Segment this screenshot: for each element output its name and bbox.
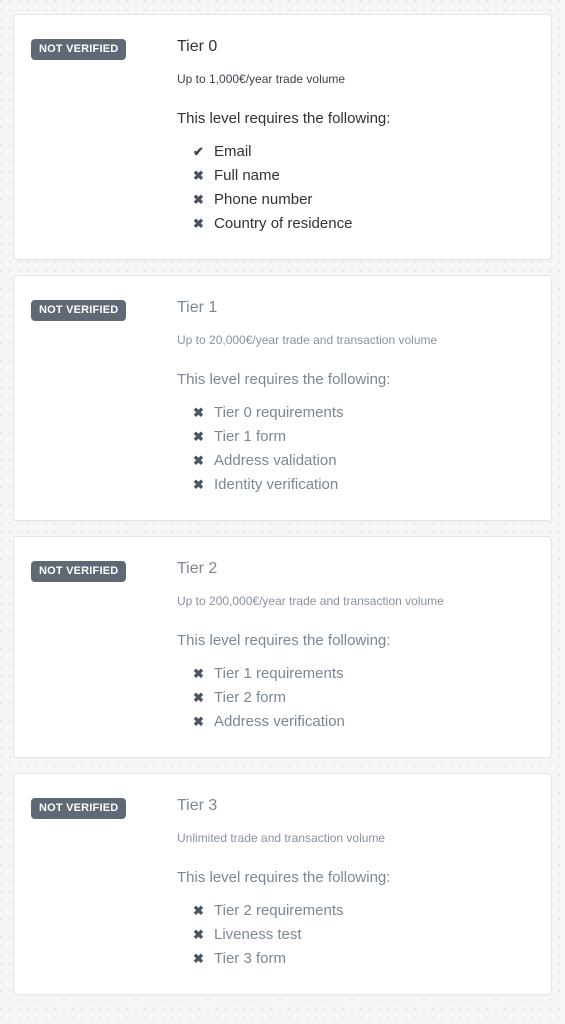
requirements-heading: This level requires the following: xyxy=(177,869,391,886)
requirement-label: Tier 1 form xyxy=(214,428,286,445)
requirement-item: ✖ Address verification xyxy=(193,712,531,731)
tier-volume-limit: Up to 1,000€/year trade volume xyxy=(177,72,346,86)
requirement-label: Liveness test xyxy=(214,926,302,943)
tier-title: Tier 3 xyxy=(177,797,218,814)
tier-status-column: NOT VERIFIED xyxy=(14,537,177,582)
requirements-list: ✖ Tier 1 requirements ✖ Tier 2 form ✖ Address… xyxy=(177,664,531,731)
requirement-label: Email xyxy=(214,143,252,160)
cross-icon: ✖ xyxy=(193,453,204,468)
requirement-item: ✖ Identity verification xyxy=(193,475,531,494)
cross-icon: ✖ xyxy=(193,903,204,918)
cross-icon: ✖ xyxy=(193,714,204,729)
requirement-label: Address validation xyxy=(214,452,337,469)
tier-card: NOT VERIFIED Tier 2 Up to 200,000€/year tr… xyxy=(13,536,552,758)
status-badge: NOT VERIFIED xyxy=(31,39,127,60)
requirement-item: ✖ Address validation xyxy=(193,451,531,470)
requirement-label: Tier 2 requirements xyxy=(214,902,344,919)
requirement-label: Tier 3 form xyxy=(214,950,286,967)
requirement-label: Full name xyxy=(214,167,280,184)
requirement-label: Tier 2 form xyxy=(214,689,286,706)
requirement-label: Phone number xyxy=(214,191,313,208)
tier-card: NOT VERIFIED Tier 1 Up to 20,000€/year tra… xyxy=(13,275,552,521)
requirements-list: ✖ Tier 2 requirements ✖ Liveness test ✖ Tier … xyxy=(177,901,531,968)
requirement-item: ✖ Country of residence xyxy=(193,214,531,233)
tier-status-column: NOT VERIFIED xyxy=(14,774,177,819)
cross-icon: ✖ xyxy=(193,429,204,444)
requirement-item: ✖ Full name xyxy=(193,166,531,185)
status-badge: NOT VERIFIED xyxy=(31,300,127,321)
requirement-label: Tier 1 requirements xyxy=(214,665,344,682)
requirement-label: Identity verification xyxy=(214,476,339,493)
cross-icon: ✖ xyxy=(193,405,204,420)
tier-body: Tier 1 Up to 20,000€/year trade and trans… xyxy=(177,276,551,520)
cross-icon: ✖ xyxy=(193,666,204,681)
requirement-item: ✖ Tier 1 form xyxy=(193,427,531,446)
requirements-heading: This level requires the following: xyxy=(177,632,391,649)
cross-icon: ✖ xyxy=(193,216,204,231)
tier-status-column: NOT VERIFIED xyxy=(14,15,177,60)
tier-status-column: NOT VERIFIED xyxy=(14,276,177,321)
tier-volume-limit: Unlimited trade and transaction volume xyxy=(177,831,386,845)
requirement-label: Address verification xyxy=(214,713,345,730)
requirement-item: ✖ Tier 2 requirements xyxy=(193,901,531,920)
requirement-item: ✖ Tier 0 requirements xyxy=(193,403,531,422)
requirement-label: Tier 0 requirements xyxy=(214,404,344,421)
tier-title: Tier 2 xyxy=(177,560,218,577)
status-badge: NOT VERIFIED xyxy=(31,798,127,819)
requirements-list: ✖ Tier 0 requirements ✖ Tier 1 form ✖ Address… xyxy=(177,403,531,494)
cross-icon: ✖ xyxy=(193,477,204,492)
tier-body: Tier 0 Up to 1,000€/year trade volume This… xyxy=(177,15,551,259)
tier-body: Tier 3 Unlimited trade and transaction vo… xyxy=(177,774,551,994)
cross-icon: ✖ xyxy=(193,927,204,942)
tier-card: NOT VERIFIED Tier 0 Up to 1,000€/year trad… xyxy=(13,14,552,260)
cross-icon: ✖ xyxy=(193,168,204,183)
tier-volume-limit: Up to 20,000€/year trade and transaction… xyxy=(177,333,438,347)
requirements-heading: This level requires the following: xyxy=(177,110,391,127)
cross-icon: ✖ xyxy=(193,690,204,705)
tier-title: Tier 1 xyxy=(177,299,218,316)
check-icon: ✔ xyxy=(193,144,204,159)
status-badge: NOT VERIFIED xyxy=(31,561,127,582)
tier-body: Tier 2 Up to 200,000€/year trade and tran… xyxy=(177,537,551,757)
tier-card: NOT VERIFIED Tier 3 Unlimited trade and tr… xyxy=(13,773,552,995)
requirements-heading: This level requires the following: xyxy=(177,371,391,388)
requirement-label: Country of residence xyxy=(214,215,353,232)
requirement-item: ✖ Phone number xyxy=(193,190,531,209)
cross-icon: ✖ xyxy=(193,951,204,966)
tier-volume-limit: Up to 200,000€/year trade and transactio… xyxy=(177,594,444,608)
requirements-list: ✔ Email ✖ Full name ✖ Phone number ✖ Country of… xyxy=(177,142,531,233)
requirement-item: ✖ Tier 2 form xyxy=(193,688,531,707)
cross-icon: ✖ xyxy=(193,192,204,207)
tier-title: Tier 0 xyxy=(177,38,218,55)
requirement-item: ✖ Tier 3 form xyxy=(193,949,531,968)
requirement-item: ✖ Tier 1 requirements xyxy=(193,664,531,683)
verification-tier-list: NOT VERIFIED Tier 0 Up to 1,000€/year trad… xyxy=(0,0,565,1011)
requirement-item: ✔ Email xyxy=(193,142,531,161)
requirement-item: ✖ Liveness test xyxy=(193,925,531,944)
